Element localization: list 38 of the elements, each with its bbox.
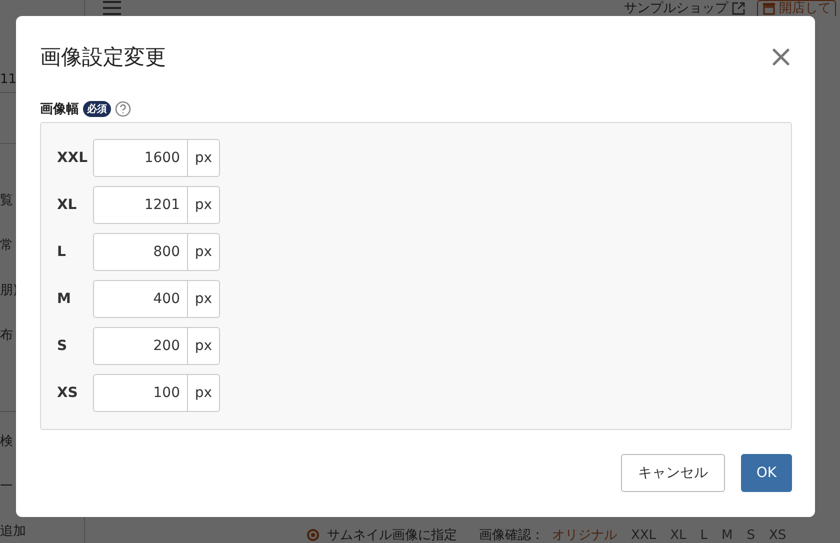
radio-button[interactable] (307, 529, 319, 541)
unit-addon: px (194, 243, 214, 262)
cancel-button[interactable]: キャンセル (621, 454, 725, 492)
help-icon[interactable] (115, 101, 131, 117)
width-field[interactable]: 100 px (93, 374, 220, 412)
size-label: XL (57, 197, 78, 213)
shop-link[interactable]: サンプルショップ (624, 0, 728, 16)
width-field[interactable]: 200 px (93, 327, 220, 365)
size-label: XS (57, 385, 79, 401)
size-label: XXL (57, 150, 89, 166)
size-label: L (57, 244, 67, 260)
width-field[interactable]: 1600 px (93, 139, 220, 177)
radio-label: サムネイル画像に指定 (327, 527, 457, 543)
preview-label: 画像確認： (479, 527, 544, 543)
unit-addon: px (194, 290, 214, 309)
width-field[interactable]: 1201 px (93, 186, 220, 224)
unit-addon: px (194, 384, 214, 403)
width-field[interactable]: 400 px (93, 280, 220, 318)
preview-link[interactable]: M (721, 528, 733, 542)
menu-icon[interactable] (103, 1, 121, 15)
unit-addon: px (194, 337, 214, 356)
close-icon[interactable] (772, 48, 790, 66)
preview-link[interactable]: XS (768, 528, 786, 542)
size-label: S (57, 338, 68, 354)
field-label: 画像幅 (40, 101, 79, 118)
unit-addon: px (194, 196, 214, 215)
unit-addon: px (194, 149, 214, 168)
shop-icon (762, 2, 776, 15)
size-label: M (57, 291, 72, 307)
preview-link[interactable]: XXL (631, 528, 656, 542)
preview-link[interactable]: L (700, 528, 708, 542)
external-link-icon (732, 2, 745, 14)
preview-link[interactable]: S (746, 528, 755, 542)
ok-button[interactable]: OK (741, 454, 792, 492)
required-badge: 必須 (83, 101, 111, 117)
width-field[interactable]: 800 px (93, 233, 220, 271)
dialog-title: 画像設定変更 (40, 44, 166, 71)
preview-link[interactable]: XL (670, 528, 686, 542)
